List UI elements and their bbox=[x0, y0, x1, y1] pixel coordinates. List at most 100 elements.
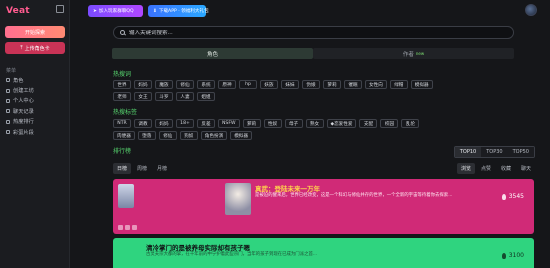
sort-favorites[interactable]: 收藏 bbox=[497, 163, 515, 174]
logo[interactable]: Veat bbox=[6, 6, 30, 16]
ranking-sort-tabs: 浏览 点赞 收藏 聊天 bbox=[456, 163, 535, 174]
character-avatar bbox=[225, 183, 251, 215]
hot-search-row: 老师 女王 斗罗 人妻 姐姐 bbox=[113, 92, 215, 101]
action-icon[interactable] bbox=[132, 225, 137, 230]
tab-weekly[interactable]: 周榜 bbox=[133, 163, 151, 174]
hot-search-tag[interactable]: 系统 bbox=[197, 80, 215, 89]
hot-tag[interactable]: 肉便器 bbox=[113, 131, 135, 140]
sidebar-menu: 角色 创建工坊 个人中心 聊天记录 热度排行 彩蛋片段 bbox=[6, 75, 34, 137]
user-icon bbox=[6, 98, 10, 103]
sidebar-item-label: 个人中心 bbox=[13, 98, 34, 105]
hot-search-tag[interactable]: 魔族 bbox=[155, 80, 173, 89]
hot-search-title: 热搜词 bbox=[113, 71, 132, 78]
sort-chats[interactable]: 聊天 bbox=[517, 163, 535, 174]
sidebar-item-ranking[interactable]: 热度排行 bbox=[6, 117, 34, 127]
sidebar-item-label: 热度排行 bbox=[13, 119, 34, 126]
search-bar[interactable] bbox=[113, 26, 514, 39]
hot-tag[interactable]: NTR bbox=[113, 119, 131, 128]
hot-search-tag[interactable]: 女王 bbox=[134, 92, 152, 101]
hot-tags-row: 肉便器 堕落 修仙 狗奴 角色扮演 模拟器 bbox=[113, 131, 252, 140]
sidebar-item-workshop[interactable]: 创建工坊 bbox=[6, 85, 34, 95]
hot-search-tag[interactable]: 姐姐 bbox=[197, 92, 215, 101]
join-group-button[interactable]: ➤ 加入玩家群聊QQ bbox=[88, 5, 143, 17]
hot-search-tag[interactable]: hp bbox=[239, 80, 257, 89]
hot-tag[interactable]: 18+ bbox=[176, 119, 194, 128]
sidebar-item-chat-history[interactable]: 聊天记录 bbox=[6, 106, 34, 116]
search-input[interactable] bbox=[129, 29, 429, 36]
tab-top10[interactable]: TOP10 bbox=[454, 147, 482, 157]
fire-icon bbox=[501, 193, 506, 200]
top-bar: ➤ 加入玩家群聊QQ ⬇ 下载APP · 领福利大礼包 bbox=[70, 0, 550, 22]
hot-tags-row: NTR 调教 妈妈 18+ 反差 NSFW 萝莉 性奴 母子 熟女 ◆恋爱性爱 支配 校园 乱伦 bbox=[113, 119, 420, 128]
sidebar-item-profile[interactable]: 个人中心 bbox=[6, 96, 34, 106]
hot-tag[interactable]: 母子 bbox=[284, 119, 303, 128]
hot-tag[interactable]: 堕落 bbox=[137, 131, 156, 140]
egg-icon bbox=[6, 130, 10, 135]
collapse-sidebar-icon[interactable] bbox=[56, 5, 64, 13]
explore-button-label: 开始探索 bbox=[24, 29, 45, 36]
tab-characters[interactable]: 角色 bbox=[112, 48, 313, 59]
sidebar-item-characters[interactable]: 角色 bbox=[6, 75, 34, 85]
hot-tag[interactable]: 狗奴 bbox=[179, 131, 198, 140]
hot-search-tag[interactable]: 女性向 bbox=[365, 80, 387, 89]
explore-button[interactable]: 开始探索 bbox=[5, 26, 65, 38]
download-app-button[interactable]: ⬇ 下载APP · 领福利大礼包 bbox=[148, 5, 209, 17]
hot-tag[interactable]: 调教 bbox=[134, 119, 152, 128]
hot-search-tag[interactable]: 老师 bbox=[113, 92, 131, 101]
hot-tags-title: 热搜标签 bbox=[113, 109, 138, 116]
hot-tag[interactable]: 校园 bbox=[380, 119, 399, 128]
content-tabs: 角色 作者 new bbox=[112, 48, 514, 59]
hot-tag[interactable]: 角色扮演 bbox=[200, 131, 228, 140]
user-avatar[interactable] bbox=[525, 4, 537, 16]
main-content: 角色 作者new 热搜词 世界妈妈魔族修仙系统原神hp妖族妹妹伪娘萝莉催眠女性向… bbox=[80, 22, 542, 268]
sort-likes[interactable]: 点赞 bbox=[477, 163, 495, 174]
hot-search-tag[interactable]: 世界 bbox=[113, 80, 131, 89]
hot-search-tag[interactable]: 催眠 bbox=[344, 80, 362, 89]
sidebar-item-easter-eggs[interactable]: 彩蛋片段 bbox=[6, 127, 34, 137]
hot-search-tag[interactable]: 萝莉 bbox=[323, 80, 341, 89]
tab-authors[interactable]: 作者 new bbox=[313, 48, 514, 59]
hot-search-tag[interactable]: 原神 bbox=[218, 80, 236, 89]
hot-tag[interactable]: 性奴 bbox=[263, 119, 282, 128]
hot-tag[interactable]: 熟女 bbox=[305, 119, 324, 128]
action-icon[interactable] bbox=[125, 225, 130, 230]
sidebar: Veat 开始探索 ⤒ 上传角色卡 菜单 角色 创建工坊 个人中心 聊天记录 热… bbox=[0, 0, 70, 268]
card-score: 3545 bbox=[501, 193, 524, 200]
sidebar-item-label: 彩蛋片段 bbox=[13, 129, 34, 136]
ranking-card[interactable]: 真武：登陆未来一万年 是被迫的醒来后，世界已经改变，这是一个科幻与修仙并存的世界… bbox=[113, 179, 534, 234]
ranking-card[interactable]: 清冷掌门的是被养母实际却有孩子嗯 古灵夫宗大都的掌，在千年前的中宁护着此些宗门，… bbox=[113, 238, 534, 268]
search-icon bbox=[120, 30, 125, 35]
hot-tag[interactable]: 修仙 bbox=[158, 131, 177, 140]
hot-search-tag[interactable]: 伪娘 bbox=[302, 80, 320, 89]
fire-icon bbox=[6, 119, 10, 124]
hot-search-tag[interactable]: 绿帽 bbox=[389, 80, 408, 89]
download-app-label: 下载APP · 领福利大礼包 bbox=[158, 9, 209, 14]
hot-tag[interactable]: ◆恋爱性爱 bbox=[326, 119, 357, 128]
hot-search-tag[interactable]: 斗罗 bbox=[155, 92, 173, 101]
tab-top30[interactable]: TOP30 bbox=[481, 147, 508, 157]
hot-tag[interactable]: 反差 bbox=[197, 119, 215, 128]
hot-search-tag[interactable]: 人妻 bbox=[176, 92, 194, 101]
hot-search-tag[interactable]: 妈妈 bbox=[134, 80, 152, 89]
upload-icon: ⤒ bbox=[20, 45, 23, 51]
hot-tag[interactable]: 萝莉 bbox=[242, 119, 261, 128]
tab-monthly[interactable]: 月榜 bbox=[153, 163, 171, 174]
hot-search-tag[interactable]: 模拟器 bbox=[410, 80, 433, 89]
tab-daily[interactable]: 日榜 bbox=[113, 163, 132, 174]
hot-tag[interactable]: 模拟器 bbox=[230, 131, 252, 140]
sort-views[interactable]: 浏览 bbox=[456, 163, 475, 174]
score-value: 3100 bbox=[508, 252, 524, 259]
hot-search-tag[interactable]: 妖族 bbox=[260, 80, 278, 89]
sidebar-item-label: 创建工坊 bbox=[13, 88, 34, 95]
upload-character-button[interactable]: ⤒ 上传角色卡 bbox=[5, 42, 65, 54]
hot-search-tag[interactable]: 妹妹 bbox=[281, 80, 299, 89]
ranking-period-tabs: 日榜 周榜 月榜 bbox=[113, 163, 171, 174]
hot-tag[interactable]: 妈妈 bbox=[155, 119, 173, 128]
hot-search-tag[interactable]: 修仙 bbox=[176, 80, 194, 89]
hot-tag[interactable]: 乱伦 bbox=[401, 119, 420, 128]
action-icon[interactable] bbox=[118, 225, 123, 230]
hot-tag[interactable]: 支配 bbox=[359, 119, 378, 128]
ranking-range-tabs: TOP10 TOP30 TOP50 bbox=[453, 146, 535, 158]
tab-top50[interactable]: TOP50 bbox=[507, 147, 534, 157]
hot-tag[interactable]: NSFW bbox=[218, 119, 240, 128]
